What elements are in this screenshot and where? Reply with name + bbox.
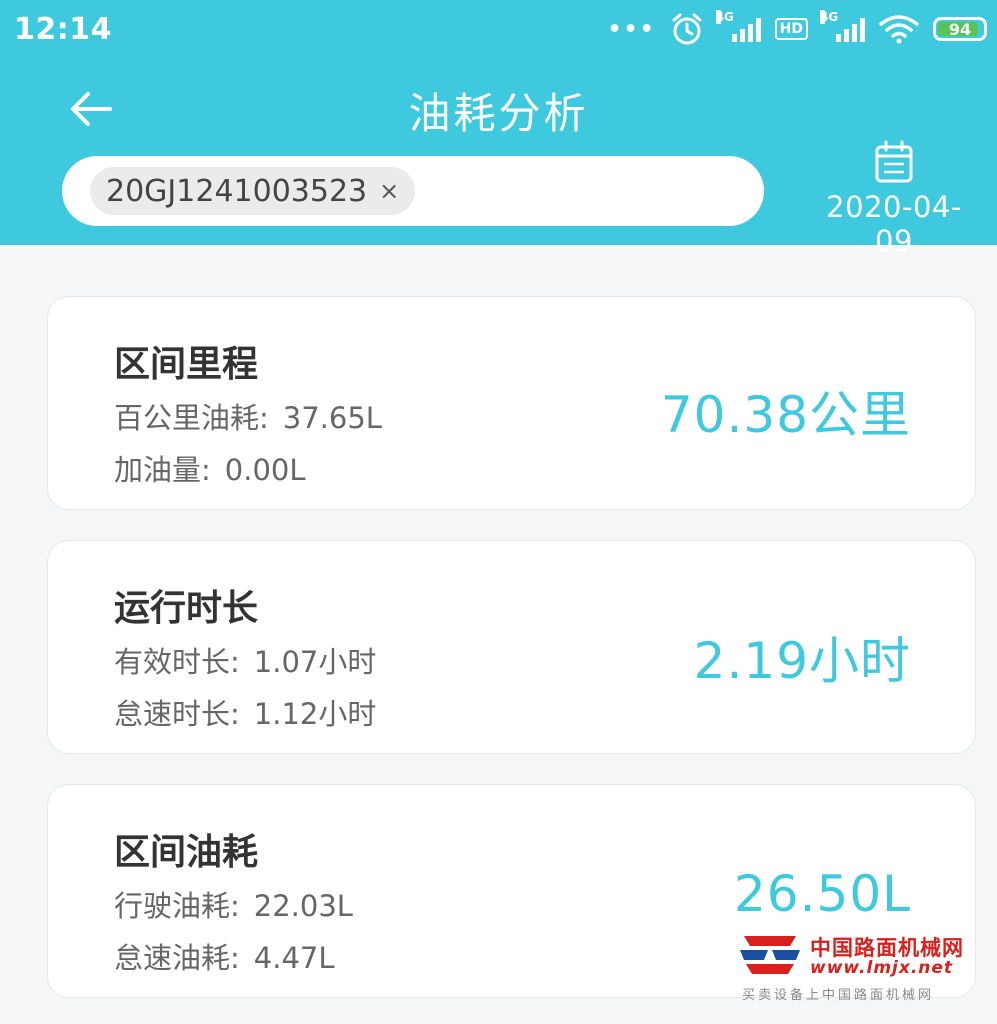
card-line-label: 行驶油耗: <box>114 889 240 923</box>
card-line: 怠速油耗: 4.47L <box>114 935 335 977</box>
watermark: 中国路面机械网 www.lmjx.net 买卖设备上中国路面机械网 <box>738 930 990 1003</box>
calendar-icon[interactable] <box>874 140 914 184</box>
alarm-icon <box>672 13 702 45</box>
card-line: 怠速时长: 1.12小时 <box>114 691 376 733</box>
card-line-label: 怠速时长: <box>114 697 240 731</box>
card-line: 行驶油耗: 22.03L <box>114 883 353 925</box>
card-main-value: 2.19小时 <box>693 632 911 690</box>
device-search-input[interactable]: 20GJ1241003523 × <box>62 156 764 226</box>
more-dots-icon: ••• <box>607 16 656 42</box>
card-line-label: 有效时长: <box>114 645 240 679</box>
hd-badge: HD <box>774 18 808 40</box>
card-title: 区间里程 <box>114 344 259 385</box>
card-line-value: 1.12小时 <box>253 697 377 731</box>
mileage-card: 区间里程 百公里油耗: 37.65L 加油量: 0.00L 70.38公里 <box>47 296 976 510</box>
card-main-value: 70.38公里 <box>660 386 911 444</box>
card-line-value: 37.65L <box>282 401 382 435</box>
watermark-logo-icon <box>740 936 800 974</box>
card-line: 加油量: 0.00L <box>114 447 306 489</box>
selected-date: 2020-04-09 <box>826 190 962 258</box>
status-icons: ••• 4G HD 4G 94 <box>607 10 987 46</box>
card-line-value: 4.47L <box>253 941 335 975</box>
status-time: 12:14 <box>14 12 112 47</box>
wifi-icon <box>879 15 919 44</box>
card-main-value: 26.50L <box>734 865 911 923</box>
card-line-value: 0.00L <box>224 453 306 487</box>
network-type-label: 4G <box>715 10 734 24</box>
card-line: 有效时长: 1.07小时 <box>114 639 376 681</box>
device-chip[interactable]: 20GJ1241003523 × <box>90 167 416 215</box>
device-chip-label: 20GJ1241003523 <box>106 173 368 209</box>
card-line: 百公里油耗: 37.65L <box>114 395 382 437</box>
card-line-label: 百公里油耗: <box>114 401 269 435</box>
battery-icon: 94 <box>933 17 987 41</box>
card-title: 区间油耗 <box>114 832 259 873</box>
watermark-tagline: 买卖设备上中国路面机械网 <box>742 988 935 1003</box>
close-icon[interactable]: × <box>379 177 399 205</box>
battery-level: 94 <box>948 19 972 39</box>
page-title: 油耗分析 <box>408 89 589 138</box>
card-line-value: 22.03L <box>253 889 353 923</box>
runtime-card: 运行时长 有效时长: 1.07小时 怠速时长: 1.12小时 2.19小时 <box>47 540 976 754</box>
date-picker[interactable]: 2020-04-09 <box>808 140 980 258</box>
card-line-label: 怠速油耗: <box>114 941 240 975</box>
network-type-label-2: 4G <box>820 10 839 24</box>
watermark-url: www.lmjx.net <box>810 958 954 978</box>
card-line-label: 加油量: <box>114 453 211 487</box>
app-header: 12:14 ••• 4G HD 4G 94 油耗分析 20GJ124100352… <box>0 0 997 258</box>
card-title: 运行时长 <box>114 588 259 629</box>
signal-icon-2: 4G <box>820 10 865 42</box>
card-line-value: 1.07小时 <box>253 645 377 679</box>
signal-icon: 4G <box>715 10 761 42</box>
